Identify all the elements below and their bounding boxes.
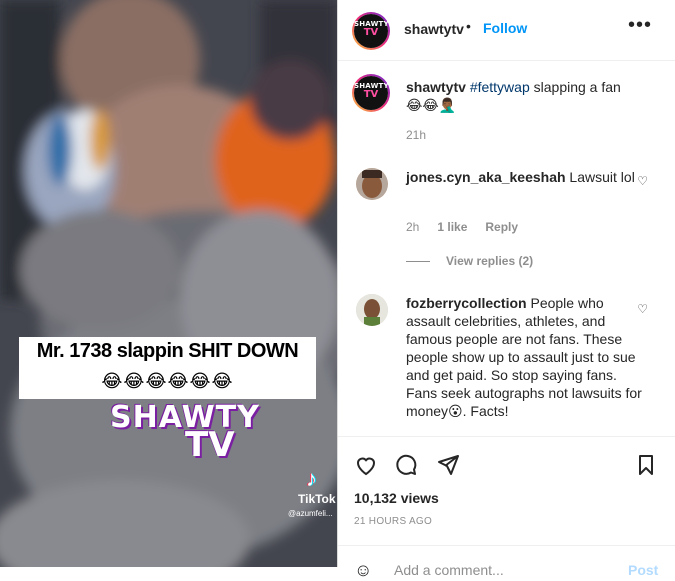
like-comment-heart-icon[interactable]: ♡ [637,302,648,316]
view-count[interactable]: 10,132 views [354,490,439,506]
comment-text: fozberrycollection People who assault ce… [406,294,646,420]
post-actions: 10,132 views 21 HOURS AGO ☺ Add a commen… [338,436,675,580]
watermark-tv: TV [185,425,235,465]
caption-avatar-brand-bottom: TV [363,89,379,100]
add-comment-bar: ☺ Add a comment... Post [338,545,675,580]
post-caption: SHAWTY TV shawtytv #fettywap slapping a … [352,72,646,152]
save-bookmark-icon[interactable] [634,453,658,483]
view-replies-button[interactable]: View replies (2) [406,254,533,268]
tiktok-username: @azumfeli... [288,509,333,518]
post-comment-button[interactable]: Post [628,562,658,578]
caption-username[interactable]: shawtytv [406,79,466,95]
like-comment-heart-icon[interactable]: ♡ [637,174,648,188]
comment-input[interactable]: Add a comment... [394,562,504,578]
tiktok-label: TikTok [298,492,336,506]
comment-username[interactable]: jones.cyn_aka_keeshah [406,169,566,185]
avatar[interactable]: SHAWTY TV [352,12,390,50]
comment-avatar[interactable] [356,168,388,200]
video-caption-text: Mr. 1738 slappin SHIT DOWN [36,340,299,362]
comment-bubble-icon[interactable] [394,453,418,483]
comment-body: Lawsuit lol [565,169,635,185]
avatar-logo: SHAWTY TV [354,14,389,48]
comment-username[interactable]: fozberrycollection [406,295,527,311]
caption-body: slapping a fan [529,79,621,95]
post-header: SHAWTY TV shawtytv • Follow ••• [338,0,675,61]
header-separator: • [466,18,471,34]
comment-item: jones.cyn_aka_keeshah Lawsuit lol 2h 1 li… [354,168,648,238]
avatar-brand-bottom: TV [363,27,379,38]
comment-time[interactable]: 2h [406,220,419,234]
video-caption-emojis: 😂😂😂😂😂😂 [101,371,234,391]
comment-text: jones.cyn_aka_keeshah Lawsuit lol [406,168,646,186]
caption-avatar-logo: SHAWTY TV [354,76,389,110]
tiktok-icon: ♪ [306,466,317,491]
caption-time[interactable]: 21h [406,128,426,142]
comment-likes[interactable]: 1 like [437,220,467,234]
comment-meta: 2h 1 like Reply [406,220,518,234]
comment-item: fozberrycollection People who assault ce… [354,294,648,424]
view-replies-line [406,261,430,263]
post-details-panel: SHAWTY TV shawtytv • Follow ••• SHAWTY T… [337,0,675,580]
reply-button[interactable]: Reply [485,220,518,234]
caption-emojis: 😂😂🤦🏾‍♂️ [406,97,457,113]
follow-button[interactable]: Follow [483,20,527,36]
post-timestamp: 21 HOURS AGO [354,516,433,527]
view-replies-label: View replies (2) [446,254,534,268]
comment-avatar[interactable] [356,294,388,326]
emoji-icon[interactable]: ☺ [354,560,372,581]
like-heart-icon[interactable] [354,453,378,483]
post-video[interactable]: Mr. 1738 slappin SHIT DOWN 😂😂😂😂😂😂 SHAWTY… [0,0,337,567]
share-paper-plane-icon[interactable] [436,453,460,483]
caption-text: shawtytv #fettywap slapping a fan 😂😂🤦🏾‍♂… [406,78,646,114]
caption-hashtag[interactable]: #fettywap [470,79,530,95]
comment-body: People who assault celebrities, athletes… [406,295,642,419]
more-options-icon[interactable]: ••• [628,14,652,37]
caption-avatar[interactable]: SHAWTY TV [352,74,390,112]
video-caption-overlay: Mr. 1738 slappin SHIT DOWN 😂😂😂😂😂😂 [19,337,316,399]
video-frame [0,0,337,567]
header-username[interactable]: shawtytv [404,21,464,37]
